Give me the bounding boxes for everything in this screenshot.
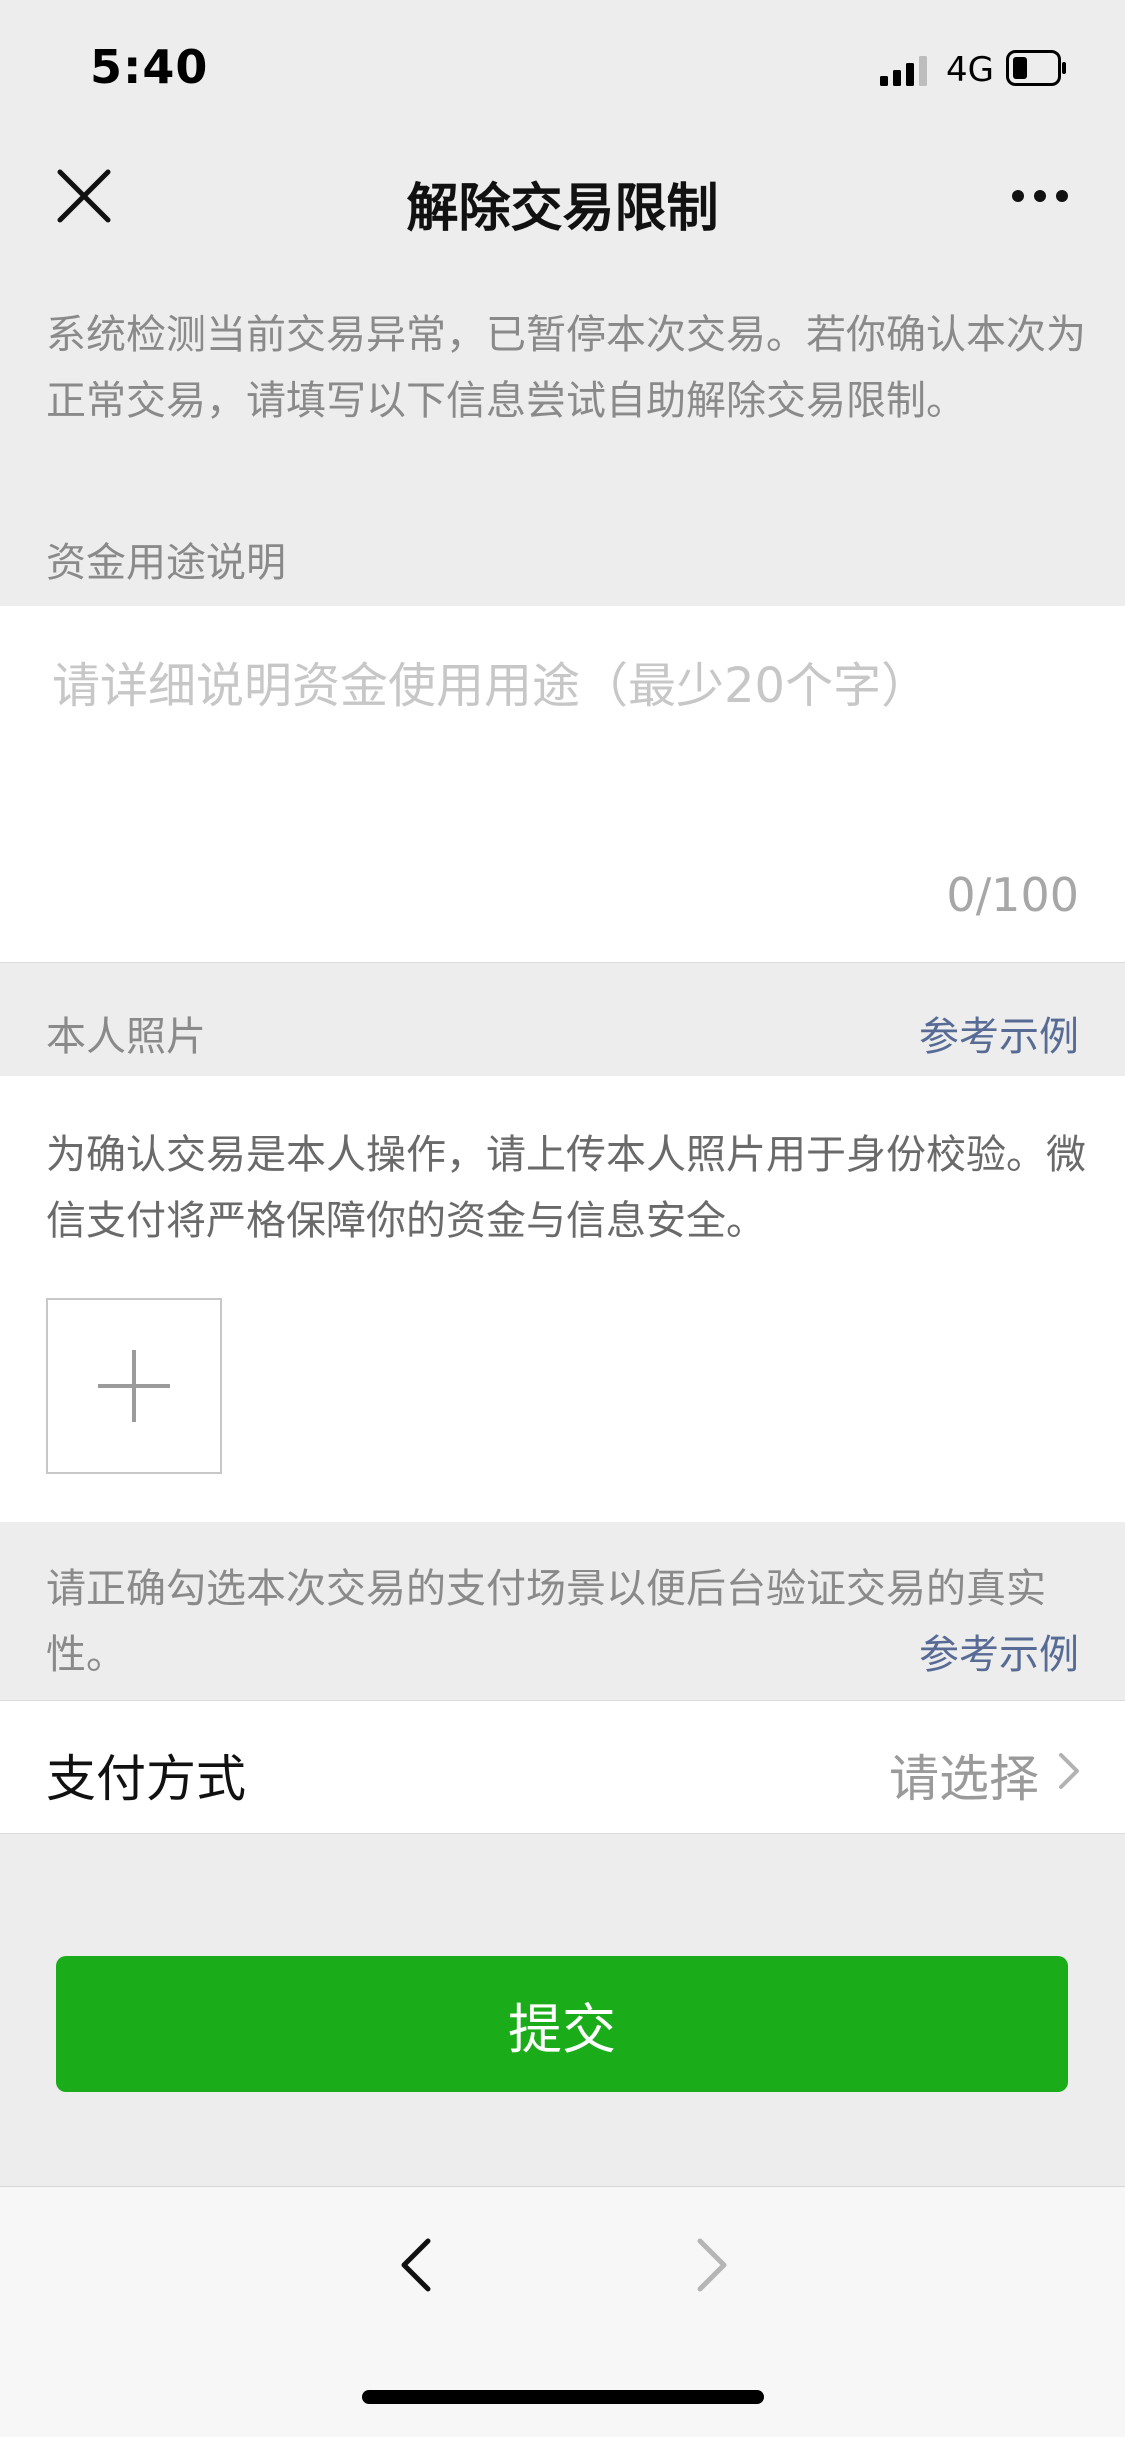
back-arrow-icon[interactable]	[396, 2235, 436, 2295]
status-time: 5:40	[90, 40, 209, 94]
scene-example-link[interactable]: 参考示例	[919, 1622, 1079, 1680]
fund-purpose-placeholder: 请详细说明资金使用用途（最少20个字）	[52, 658, 930, 714]
home-indicator	[362, 2390, 764, 2404]
more-icon[interactable]	[1010, 188, 1070, 204]
photo-card: 为确认交易是本人操作，请上传本人照片用于身份校验。微信支付将严格保障你的资金与信…	[0, 1076, 1125, 1522]
page-title: 解除交易限制	[406, 179, 719, 239]
signal-icon	[880, 56, 927, 86]
photo-label: 本人照片	[46, 1014, 206, 1060]
chevron-right-icon	[1059, 1753, 1079, 1789]
photo-description: 为确认交易是本人操作，请上传本人照片用于身份校验。微信支付将严格保障你的资金与信…	[46, 1132, 1086, 1244]
plus-icon	[98, 1350, 170, 1422]
payment-method-row[interactable]: 支付方式 请选择	[0, 1700, 1125, 1834]
fund-purpose-label: 资金用途说明	[46, 540, 286, 586]
fund-purpose-textarea[interactable]: 请详细说明资金使用用途（最少20个字） 0/100	[0, 606, 1125, 963]
photo-example-link[interactable]: 参考示例	[919, 1004, 1079, 1062]
forward-arrow-icon[interactable]	[692, 2235, 732, 2295]
payment-method-label: 支付方式	[46, 1750, 246, 1808]
submit-button[interactable]: 提交	[56, 1956, 1068, 2092]
payment-method-value: 请选择	[889, 1750, 1039, 1808]
char-counter: 0/100	[946, 868, 1079, 922]
network-label: 4G	[946, 50, 994, 90]
intro-text: 系统检测当前交易异常，已暂停本次交易。若你确认本次为正常交易，请填写以下信息尝试…	[46, 312, 1086, 424]
battery-icon	[1006, 50, 1066, 86]
photo-upload-button[interactable]	[46, 1298, 222, 1474]
